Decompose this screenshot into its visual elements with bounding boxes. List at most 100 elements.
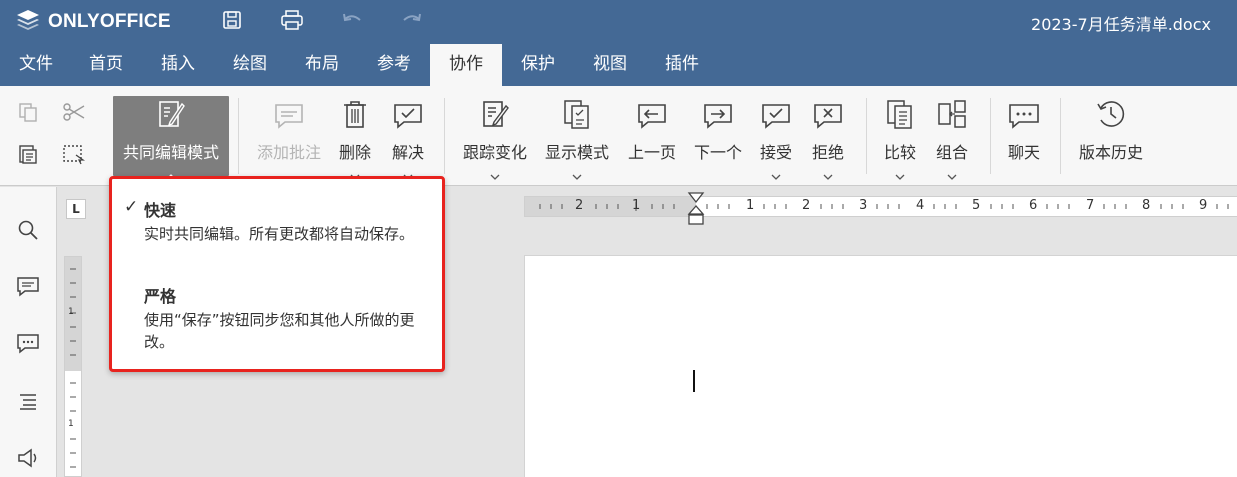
tab-collaboration[interactable]: 协作 <box>430 44 502 86</box>
vertical-ruler[interactable]: 1 1 <box>64 256 82 477</box>
next-change-label: 下一个 <box>693 143 742 162</box>
ruler-label: 7 <box>1086 198 1095 213</box>
tab-home[interactable]: 首页 <box>70 44 142 86</box>
ruler-ticks <box>70 268 76 468</box>
logo: ONLYOFFICE <box>16 9 171 35</box>
text-cursor <box>693 370 695 392</box>
combine-button[interactable]: 组合 <box>930 96 974 180</box>
toolbar-separator <box>1060 98 1061 174</box>
next-change-button[interactable]: 下一个 <box>690 96 746 176</box>
title-bar: ONLYOFFICE 2023-7月任务清单.docx <box>0 0 1237 44</box>
track-changes-label: 跟踪变化 <box>462 143 527 162</box>
undo-button[interactable] <box>338 8 366 36</box>
ruler-label: 6 <box>1029 198 1038 213</box>
coedit-option-fast[interactable]: ✓ 快速 实时共同编辑。所有更改都将自动保存。 <box>112 197 432 245</box>
resolve-label: 解决 <box>391 143 424 162</box>
chevron-down-icon <box>771 165 781 184</box>
ruler-label: 9 <box>1199 198 1208 213</box>
print-button[interactable] <box>278 8 306 36</box>
tab-stop-selector[interactable]: L <box>66 199 86 219</box>
print-icon <box>280 9 304 35</box>
copy-button[interactable] <box>14 100 42 128</box>
resolve-check-icon <box>392 102 424 134</box>
tab-layout[interactable]: 布局 <box>286 44 358 86</box>
chevron-down-icon <box>823 165 833 184</box>
feedback-button[interactable] <box>14 446 42 474</box>
redo-button[interactable] <box>398 8 426 36</box>
track-changes-button[interactable]: 跟踪变化 <box>458 96 532 180</box>
coedit-pencil-icon <box>156 98 186 134</box>
chevron-down-icon <box>490 165 500 184</box>
save-button[interactable] <box>218 8 246 36</box>
paste-button[interactable] <box>14 142 42 170</box>
search-button[interactable] <box>14 218 42 246</box>
document-page[interactable] <box>524 255 1237 477</box>
document-title: 2023-7月任务清单.docx <box>1031 15 1211 34</box>
tab-references[interactable]: 参考 <box>358 44 430 86</box>
comment-icon <box>273 102 305 134</box>
option-description: 使用“保存”按钮同步您和其他人所做的更改。 <box>144 311 415 351</box>
add-comment-label: 添加批注 <box>256 143 321 162</box>
resolve-button[interactable]: 解决 <box>386 96 430 180</box>
logo-text: ONLYOFFICE <box>48 11 171 32</box>
accept-button[interactable]: 接受 <box>754 96 798 180</box>
coedit-option-strict[interactable]: 严格 使用“保存”按钮同步您和其他人所做的更改。 <box>112 283 432 353</box>
comment-icon <box>16 276 40 302</box>
compare-icon <box>885 98 915 134</box>
display-mode-button[interactable]: 显示模式 <box>540 96 614 180</box>
chat-icon <box>1007 102 1041 134</box>
ruler-label: 8 <box>1142 198 1151 213</box>
chat-sidebar-button[interactable] <box>14 332 42 360</box>
chevron-down-icon <box>895 165 905 184</box>
tab-draw[interactable]: 绘图 <box>214 44 286 86</box>
copy-icon <box>17 101 39 127</box>
track-changes-icon <box>480 98 510 134</box>
horizontal-ruler[interactable]: 2 1 1 2 3 4 5 6 7 8 9 <box>524 196 1237 217</box>
previous-change-label: 上一页 <box>627 143 676 162</box>
comments-button[interactable] <box>14 275 42 303</box>
select-all-icon <box>62 143 86 169</box>
ruler-label: 1 <box>746 198 755 213</box>
chat-button[interactable]: 聊天 <box>1002 96 1046 176</box>
select-all-button[interactable] <box>60 142 88 170</box>
delete-button[interactable]: 删除 <box>332 96 378 180</box>
tab-insert[interactable]: 插入 <box>142 44 214 86</box>
reject-x-icon <box>812 102 844 134</box>
version-history-button[interactable]: 版本历史 <box>1074 96 1148 176</box>
paste-icon <box>17 143 39 169</box>
speaker-icon <box>16 447 40 473</box>
tab-view[interactable]: 视图 <box>574 44 646 86</box>
accept-label: 接受 <box>759 143 792 162</box>
combine-icon <box>937 98 967 134</box>
indent-marker[interactable] <box>687 192 705 226</box>
ruler-label: 2 <box>575 198 584 213</box>
search-icon <box>17 219 39 245</box>
checkmark-icon: ✓ <box>124 197 139 217</box>
coediting-mode-label: 共同编辑模式 <box>122 143 219 162</box>
ruler-label: 1 <box>68 419 74 429</box>
coediting-mode-button[interactable]: 共同编辑模式 <box>113 96 229 180</box>
compare-button[interactable]: 比较 <box>878 96 922 180</box>
reject-label: 拒绝 <box>811 143 844 162</box>
trash-icon <box>342 100 368 134</box>
toolbar-separator <box>990 98 991 174</box>
combine-label: 组合 <box>935 143 968 162</box>
ruler-label: 4 <box>916 198 925 213</box>
tab-plugins[interactable]: 插件 <box>646 44 718 86</box>
navigation-button[interactable] <box>14 389 42 417</box>
previous-change-button[interactable]: 上一页 <box>624 96 680 176</box>
cut-button[interactable] <box>60 100 88 128</box>
add-comment-button[interactable]: 添加批注 <box>252 96 326 176</box>
toolbar-separator <box>866 98 867 174</box>
reject-button[interactable]: 拒绝 <box>806 96 850 180</box>
compare-label: 比较 <box>883 143 916 162</box>
save-icon <box>222 10 242 34</box>
tab-protection[interactable]: 保护 <box>502 44 574 86</box>
arrow-right-icon <box>702 102 734 134</box>
ruler-label: 3 <box>859 198 868 213</box>
undo-icon <box>341 11 363 33</box>
tab-file[interactable]: 文件 <box>0 44 72 86</box>
accept-check-icon <box>760 102 792 134</box>
scissors-icon <box>62 101 86 127</box>
chat-icon <box>16 333 40 359</box>
